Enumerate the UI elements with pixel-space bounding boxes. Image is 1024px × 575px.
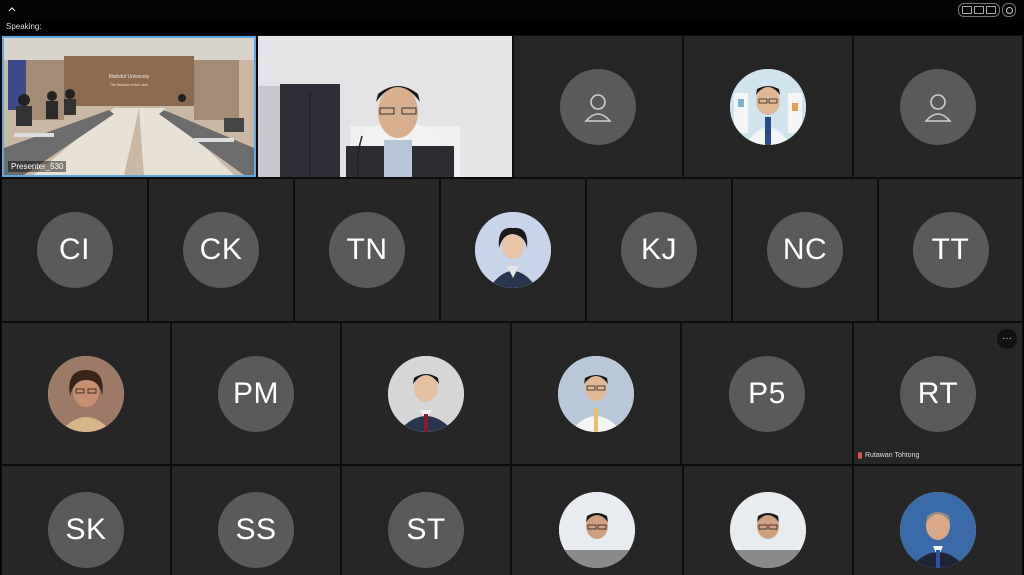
participant-tile[interactable] xyxy=(683,465,853,575)
participant-tile[interactable] xyxy=(853,465,1023,575)
avatar-initials: TN xyxy=(329,212,405,288)
avatar-initials: ST xyxy=(388,492,464,568)
window-controls xyxy=(958,3,1016,17)
speaker-video-tile[interactable] xyxy=(257,35,513,178)
participant-tile[interactable]: SK xyxy=(1,465,171,575)
participant-photo xyxy=(730,492,806,568)
avatar-initials: KJ xyxy=(621,212,697,288)
speaker-video xyxy=(258,36,512,177)
avatar xyxy=(560,68,636,145)
participant-tile[interactable]: CI xyxy=(1,178,148,322)
participant-tile[interactable]: CK xyxy=(148,178,294,322)
participant-tile[interactable]: ST xyxy=(341,465,511,575)
participant-tile[interactable]: KJ xyxy=(586,178,732,322)
person-placeholder-icon xyxy=(924,93,952,122)
banner-text-2: The Wisdom of the Land xyxy=(110,83,148,87)
chevron-up-icon[interactable] xyxy=(6,3,18,15)
participant-tile[interactable] xyxy=(853,35,1023,178)
presenter-video-tile[interactable]: Mahidol University The Wisdom of the Lan… xyxy=(1,35,257,178)
banner-text-1: Mahidol University xyxy=(109,74,150,80)
participant-tile[interactable]: TN xyxy=(294,178,440,322)
view-toggle[interactable] xyxy=(958,3,1000,17)
participant-tile[interactable] xyxy=(511,465,683,575)
avatar-initials: NC xyxy=(767,212,843,288)
fullscreen-icon[interactable] xyxy=(986,6,996,14)
participant-tile[interactable] xyxy=(440,178,586,322)
participant-photo xyxy=(730,68,806,145)
participant-photo xyxy=(559,492,635,568)
avatar-initials: P5 xyxy=(729,355,805,432)
muted-mic-icon xyxy=(858,452,862,459)
participant-tile[interactable] xyxy=(341,322,511,465)
participant-tile[interactable]: TT xyxy=(878,178,1023,322)
participant-photo xyxy=(558,355,634,432)
avatar-initials: SS xyxy=(218,492,294,568)
speaker-view-icon[interactable] xyxy=(974,6,984,14)
participant-tile[interactable] xyxy=(513,35,683,178)
avatar-initials: CK xyxy=(183,212,259,288)
avatar-initials: TT xyxy=(912,212,989,288)
participant-photo xyxy=(900,492,976,568)
active-speaker-name: Rutawan Tohtong xyxy=(865,452,920,459)
person-placeholder-icon xyxy=(584,93,612,122)
active-speaker-nameplate: Rutawan Tohtong xyxy=(858,452,919,459)
avatar-initials: SK xyxy=(48,492,124,568)
pin-icon[interactable] xyxy=(1002,3,1016,17)
participant-photo xyxy=(48,355,124,432)
title-bar xyxy=(0,0,1024,20)
participant-photo xyxy=(475,212,551,288)
participant-tile[interactable] xyxy=(683,35,853,178)
participant-tile[interactable] xyxy=(1,322,171,465)
participant-tile[interactable] xyxy=(511,322,681,465)
avatar-initials: CI xyxy=(36,212,113,288)
participant-tile[interactable]: NC xyxy=(732,178,878,322)
participant-tile[interactable]: PM xyxy=(171,322,341,465)
conference-room-video: Mahidol University The Wisdom of the Lan… xyxy=(4,38,254,175)
presenter-name-label: Presenter_530 xyxy=(8,161,67,172)
more-options-icon[interactable]: ··· xyxy=(997,329,1017,349)
gallery-view-icon[interactable] xyxy=(962,6,972,14)
avatar-initials: RT xyxy=(900,355,976,432)
avatar-initials: PM xyxy=(218,355,294,432)
speaking-label: Speaking: xyxy=(6,22,42,31)
active-speaker-tile[interactable]: RT xyxy=(853,322,1023,465)
participant-photo xyxy=(388,355,464,432)
avatar xyxy=(900,68,976,145)
participant-tile[interactable]: P5 xyxy=(681,322,853,465)
participant-tile[interactable]: SS xyxy=(171,465,341,575)
